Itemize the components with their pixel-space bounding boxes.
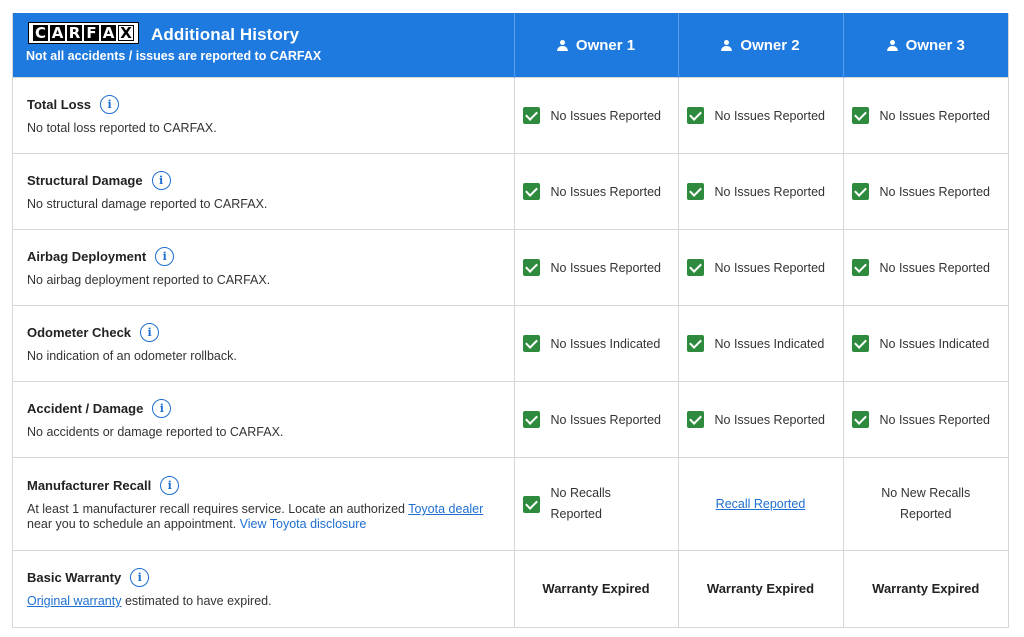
info-icon[interactable]: i [140, 323, 160, 342]
table-row: Odometer Check i No indication of an odom… [13, 305, 1008, 382]
row-title: Odometer Check [27, 325, 132, 340]
check-icon [851, 259, 869, 276]
check-icon [851, 335, 869, 352]
owner-2-header: Owner 2 [678, 13, 844, 78]
row-description: At least 1 manufacturer recall requires … [27, 502, 484, 531]
row-description: Original warranty estimated to have expi… [27, 594, 272, 609]
status-text: No Issues Reported [879, 260, 990, 275]
status-text: No Issues Reported [550, 260, 661, 275]
person-icon [721, 39, 733, 51]
status-text: No Issues Reported [879, 184, 990, 199]
check-icon [851, 107, 869, 124]
check-icon [851, 183, 869, 200]
recall-reported-link[interactable]: Recall Reported [716, 497, 806, 511]
section-title: Additional History [151, 25, 300, 44]
carfax-logo: CARFAX [28, 22, 139, 44]
info-icon[interactable]: i [130, 568, 150, 588]
status-text: No Issues Reported [550, 184, 661, 199]
history-table: CARFAX Additional History Not all accide… [13, 13, 1008, 627]
check-icon [686, 183, 704, 200]
person-icon [556, 39, 568, 51]
check-icon [686, 107, 704, 124]
table-row: Manufacturer Recall i At least 1 manufact… [13, 457, 1008, 551]
row-description: No structural damage reported to CARFAX. [27, 197, 268, 211]
toyota-dealer-link[interactable]: Toyota dealer [408, 502, 483, 516]
status-text: No New Recalls Reported [881, 486, 971, 521]
row-title: Structural Damage [27, 173, 143, 188]
original-warranty-link[interactable]: Original warranty [27, 594, 121, 608]
status-text: No Issues Reported [714, 412, 825, 427]
info-icon[interactable]: i [160, 476, 180, 495]
table-row: Basic Warranty i Original warranty estima… [13, 550, 1008, 627]
status-text: No Issues Indicated [879, 336, 990, 351]
table-row: Total Loss i No total loss reported to CA… [13, 77, 1008, 154]
info-icon[interactable]: i [151, 171, 171, 190]
check-icon [851, 411, 869, 428]
status-text: No Recalls Reported [550, 486, 611, 521]
status-text: Warranty Expired [706, 581, 815, 597]
status-text: Warranty Expired [872, 581, 980, 597]
status-text: No Issues Reported [879, 412, 990, 427]
row-description: No accidents or damage reported to CARFA… [27, 425, 284, 439]
status-text: No Issues Reported [550, 412, 661, 427]
toyota-disclosure-link[interactable]: View Toyota disclosure [240, 517, 367, 531]
status-text: Warranty Expired [542, 581, 650, 597]
owner-3-header: Owner 3 [843, 13, 1008, 78]
check-icon [522, 335, 540, 352]
check-icon [686, 411, 704, 428]
header-cell: CARFAX Additional History Not all accide… [13, 13, 515, 78]
check-icon [522, 495, 540, 513]
person-icon [886, 39, 898, 51]
table-row: Structural Damage i No structural damage … [13, 153, 1008, 230]
info-icon[interactable]: i [152, 399, 172, 418]
info-icon[interactable]: i [100, 95, 120, 114]
table-row: Airbag Deployment i No airbag deployment … [13, 229, 1008, 306]
check-icon [522, 183, 540, 200]
additional-history-report: CARFAX Additional History Not all accide… [12, 13, 1009, 628]
status-text: No Issues Reported [714, 108, 825, 123]
table-row: Accident / Damage i No accidents or damag… [13, 381, 1008, 458]
row-title: Airbag Deployment [27, 249, 147, 264]
row-title: Basic Warranty [27, 570, 122, 586]
row-description: No airbag deployment reported to CARFAX. [27, 273, 271, 287]
check-icon [522, 411, 540, 428]
check-icon [522, 259, 540, 276]
status-text: No Issues Reported [879, 108, 990, 123]
check-icon [522, 107, 540, 124]
row-description: No indication of an odometer rollback. [27, 349, 237, 363]
info-icon[interactable]: i [155, 247, 175, 266]
status-text: No Issues Reported [714, 260, 825, 275]
check-icon [686, 335, 704, 352]
status-text: No Issues Reported [550, 108, 661, 123]
row-title: Accident / Damage [27, 401, 144, 416]
status-text: No Issues Indicated [550, 336, 661, 351]
owner-1-header: Owner 1 [514, 13, 679, 78]
section-subtitle: Not all accidents / issues are reported … [26, 49, 322, 63]
row-title: Manufacturer Recall [27, 478, 152, 493]
row-description: No total loss reported to CARFAX. [27, 121, 217, 135]
status-text: No Issues Indicated [714, 336, 825, 351]
row-title: Total Loss [27, 97, 92, 112]
status-text: No Issues Reported [714, 184, 825, 199]
check-icon [686, 259, 704, 276]
